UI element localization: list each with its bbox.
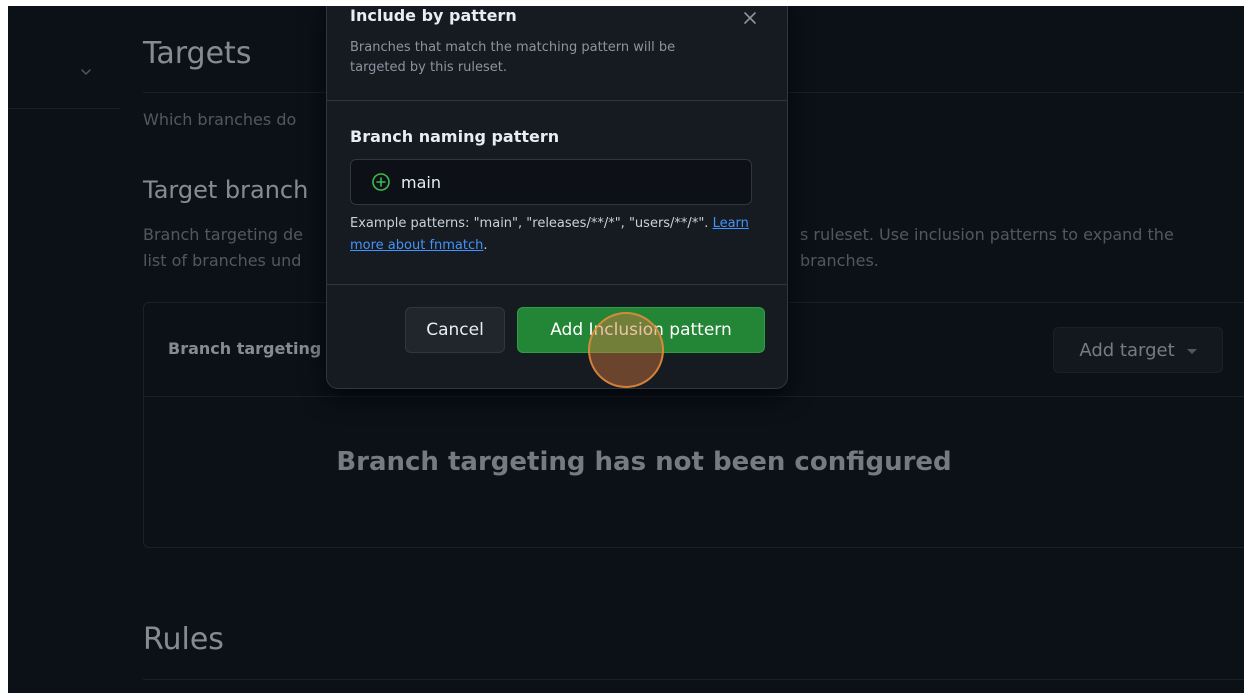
add-target-label: Add target	[1079, 339, 1175, 361]
add-target-button[interactable]: Add target	[1053, 327, 1223, 373]
dialog-subtitle: Branches that match the matching pattern…	[350, 40, 676, 75]
description-right-line-1: s ruleset. Use inclusion patterns to exp…	[800, 225, 1174, 244]
rules-divider	[143, 679, 1244, 680]
description-right: s ruleset. Use inclusion patterns to exp…	[800, 222, 1174, 274]
ruleset-settings-page: Targets Which branches do Target branch …	[8, 6, 1244, 693]
sidebar-divider	[8, 108, 120, 109]
pattern-hint: Example patterns: "main", "releases/**/*…	[350, 213, 760, 257]
plus-circle-icon	[372, 173, 390, 191]
cancel-button[interactable]: Cancel	[405, 307, 505, 353]
targets-description: Which branches do	[143, 110, 297, 129]
caret-down-icon	[1186, 349, 1197, 354]
target-branches-heading: Target branch	[143, 176, 309, 204]
add-inclusion-pattern-button[interactable]: Add Inclusion pattern	[517, 307, 765, 353]
chevron-down-icon[interactable]	[78, 64, 94, 80]
dialog-title: Include by pattern	[350, 6, 517, 25]
targets-heading: Targets	[143, 36, 252, 71]
include-by-pattern-dialog: Include by pattern Branches that match t…	[326, 6, 788, 389]
branch-targeting-label: Branch targeting	[168, 339, 322, 358]
pattern-hint-end: .	[483, 238, 488, 253]
branch-pattern-value: main	[401, 172, 441, 192]
description-right-line-2: branches.	[800, 251, 879, 270]
close-icon[interactable]	[739, 7, 761, 29]
pattern-hint-text: Example patterns: "main", "releases/**/*…	[350, 216, 713, 231]
rules-heading: Rules	[143, 622, 224, 657]
empty-state-message: Branch targeting has not been configured	[336, 447, 952, 477]
dialog-divider-bottom	[327, 284, 787, 285]
dialog-divider-top	[327, 100, 787, 101]
branch-pattern-input[interactable]: main	[350, 159, 752, 205]
branch-pattern-label: Branch naming pattern	[350, 127, 560, 146]
